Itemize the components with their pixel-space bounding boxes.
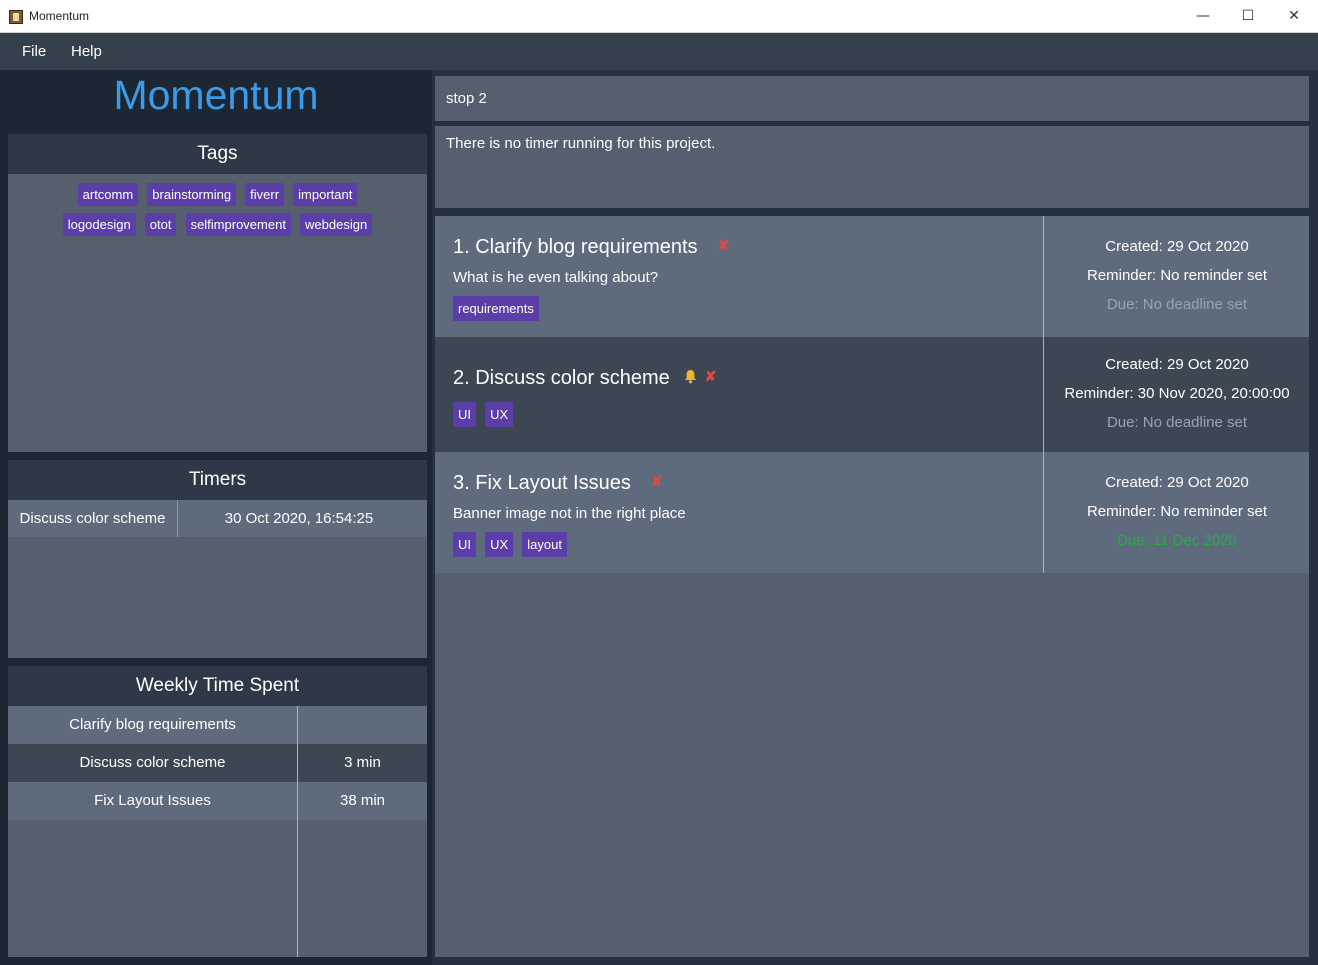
timer-project: Discuss color scheme [8,500,178,537]
tag-chip[interactable]: UI [453,402,476,427]
tag-chip[interactable]: otot [144,213,177,236]
weekly-row[interactable]: Discuss color scheme 3 min [8,744,427,782]
minimize-button[interactable]: — [1180,0,1226,33]
weekly-row[interactable]: Fix Layout Issues 38 min [8,782,427,820]
tags-panel-title: Tags [8,134,427,174]
project-due: Due: No deadline set [1106,296,1248,313]
project-description: What is he even talking about? [453,269,659,286]
menu-help[interactable]: Help [71,43,102,60]
app-heading: Momentum [113,72,319,118]
project-due: Due: No deadline set [1106,414,1248,431]
weekly-time [298,706,427,744]
tag-chip[interactable]: UX [485,402,514,427]
app-icon [9,10,23,24]
project-title-line: 2. Discuss color scheme ✘ [453,367,716,390]
tag-chip[interactable]: logodesign [62,213,136,236]
project-title: 1. Clarify blog requirements [453,236,698,258]
tag-chip[interactable]: important [293,183,358,206]
project-tags: requirements [453,296,543,321]
tag-chip[interactable]: UI [453,532,476,557]
weekly-time-panel: Weekly Time Spent Clarify blog requireme… [8,666,427,957]
tag-chip[interactable]: UX [485,532,514,557]
weekly-time: 3 min [344,754,381,771]
title-bar: Momentum — ☐ ✕ [0,0,1318,33]
project-tags: UI UX [453,402,517,427]
window-title: Momentum [29,9,90,23]
project-title: 2. Discuss color scheme [453,367,670,389]
weekly-row[interactable]: Clarify blog requirements [8,706,427,744]
project-reminder: Reminder: 30 Nov 2020, 20:00:00 [1064,385,1290,402]
tags-row: artcomm brainstorming fiverr important [8,183,427,206]
tag-chip[interactable]: fiverr [245,183,285,206]
project-due: Due: 11 Dec 2020 [1117,532,1237,549]
project-list: 1. Clarify blog requirements ✘ What is he… [435,216,1309,957]
project-created: Created: 29 Oct 2020 [1105,474,1249,491]
tags-panel: Tags artcomm brainstorming fiverr import… [8,134,427,452]
project-dates: Created: 29 Oct 2020 Reminder: 30 Nov 20… [1043,337,1309,452]
weekly-project: Discuss color scheme [79,754,226,771]
tags-row: logodesign otot selfimprovement webdesig… [8,213,427,236]
tag-chip[interactable]: layout [522,532,567,557]
project-created: Created: 29 Oct 2020 [1105,238,1249,255]
project-card-body: 2. Discuss color scheme ✘ UI UX [435,337,1043,452]
weekly-time: 38 min [339,792,386,809]
sidebar: Momentum Tags artcomm brainstorming five… [0,70,432,965]
project-tags: UI UX layout [453,532,571,557]
close-button[interactable]: ✕ [1271,0,1317,33]
result-display: There is no timer running for this proje… [435,126,1309,208]
tag-chip[interactable]: requirements [453,296,539,321]
timer-row[interactable]: Discuss color scheme 30 Oct 2020, 16:54:… [8,500,427,537]
x-icon: ✘ [717,237,730,253]
timers-panel-title: Timers [8,460,427,500]
maximize-button[interactable]: ☐ [1225,0,1271,33]
project-description: Banner image not in the right place [453,505,686,522]
menu-bar: File Help [0,33,1318,70]
project-dates: Created: 29 Oct 2020 Reminder: No remind… [1043,216,1309,337]
x-icon: ✘ [704,368,717,384]
menu-file[interactable]: File [22,43,46,60]
tag-chip[interactable]: artcomm [77,183,139,206]
app-window: Momentum — ☐ ✕ File Help Momentum Tags a… [0,0,1318,965]
project-title-line: 1. Clarify blog requirements ✘ [453,236,729,259]
tag-chip[interactable]: brainstorming [147,183,237,206]
timer-start-time: 30 Oct 2020, 16:54:25 [224,510,374,527]
weekly-project: Fix Layout Issues [94,792,211,809]
weekly-time-panel-title: Weekly Time Spent [8,666,427,706]
project-card[interactable]: 3. Fix Layout Issues ✘ Banner image not i… [435,452,1309,573]
timers-panel: Timers Discuss color scheme 30 Oct 2020,… [8,460,427,658]
project-card[interactable]: 2. Discuss color scheme ✘ UI UX Created: … [435,337,1309,452]
project-card-body: 1. Clarify blog requirements ✘ What is he… [435,216,1043,337]
command-input[interactable]: stop 2 [435,76,1309,121]
project-created: Created: 29 Oct 2020 [1105,356,1249,373]
project-dates: Created: 29 Oct 2020 Reminder: No remind… [1043,452,1309,573]
project-reminder: Reminder: No reminder set [1086,503,1268,520]
tag-chip[interactable]: selfimprovement [185,213,291,236]
project-title: 3. Fix Layout Issues [453,472,631,494]
project-reminder: Reminder: No reminder set [1086,267,1268,284]
weekly-project: Clarify blog requirements [69,716,236,733]
project-card-body: 3. Fix Layout Issues ✘ Banner image not i… [435,452,1043,573]
tag-chip[interactable]: webdesign [300,213,373,236]
project-title-line: 3. Fix Layout Issues ✘ [453,472,663,495]
x-icon: ✘ [650,473,663,489]
project-card[interactable]: 1. Clarify blog requirements ✘ What is he… [435,216,1309,337]
column-divider [297,706,298,957]
bell-icon [684,367,697,390]
